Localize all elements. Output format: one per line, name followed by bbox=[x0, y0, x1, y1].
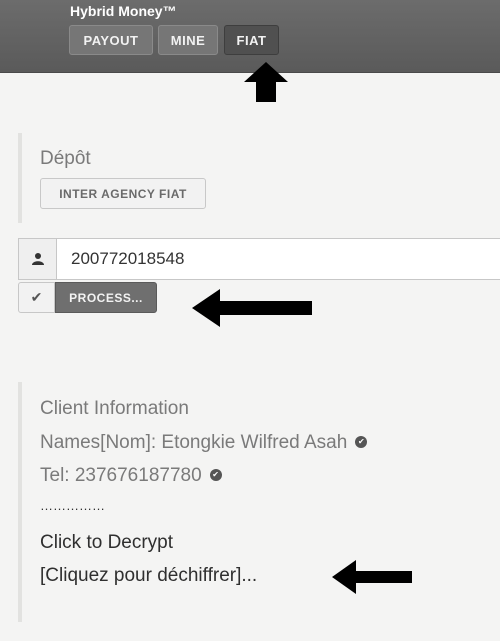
code-input[interactable] bbox=[56, 238, 500, 280]
client-names: Names[Nom]: Etongkie Wilfred Asah bbox=[40, 432, 348, 453]
tab-mine[interactable]: MINE bbox=[158, 25, 218, 55]
depot-title: Dépôt bbox=[40, 148, 91, 169]
app-title: Hybrid Money™ bbox=[70, 3, 177, 19]
client-info-heading: Client Information bbox=[40, 398, 189, 419]
click-to-decrypt-fr-link[interactable]: [Cliquez pour déchiffrer]... bbox=[40, 565, 257, 587]
client-tel-row: Tel: 237676187780 ✔ bbox=[40, 465, 222, 487]
client-tel: Tel: 237676187780 bbox=[40, 465, 202, 486]
tab-fiat[interactable]: FIAT bbox=[224, 25, 279, 55]
check-icon: ✔ bbox=[18, 282, 55, 313]
client-section-bar bbox=[18, 382, 22, 622]
client-names-row: Names[Nom]: Etongkie Wilfred Asah ✔ bbox=[40, 432, 368, 454]
tab-payout[interactable]: PAYOUT bbox=[69, 25, 153, 55]
click-to-decrypt-link[interactable]: Click to Decrypt bbox=[40, 532, 173, 554]
dots-separator: …………… bbox=[40, 498, 105, 513]
inter-agency-fiat-button[interactable]: INTER AGENCY FIAT bbox=[40, 178, 206, 209]
arrow-left-annotation-2 bbox=[332, 560, 412, 594]
arrow-left-annotation bbox=[192, 289, 312, 327]
arrow-up-annotation bbox=[244, 62, 288, 102]
verified-icon: ✔ bbox=[209, 468, 222, 481]
depot-section-bar bbox=[18, 133, 22, 223]
user-icon bbox=[18, 238, 56, 280]
process-button[interactable]: PROCESS... bbox=[55, 282, 157, 313]
verified-icon: ✔ bbox=[355, 435, 368, 448]
